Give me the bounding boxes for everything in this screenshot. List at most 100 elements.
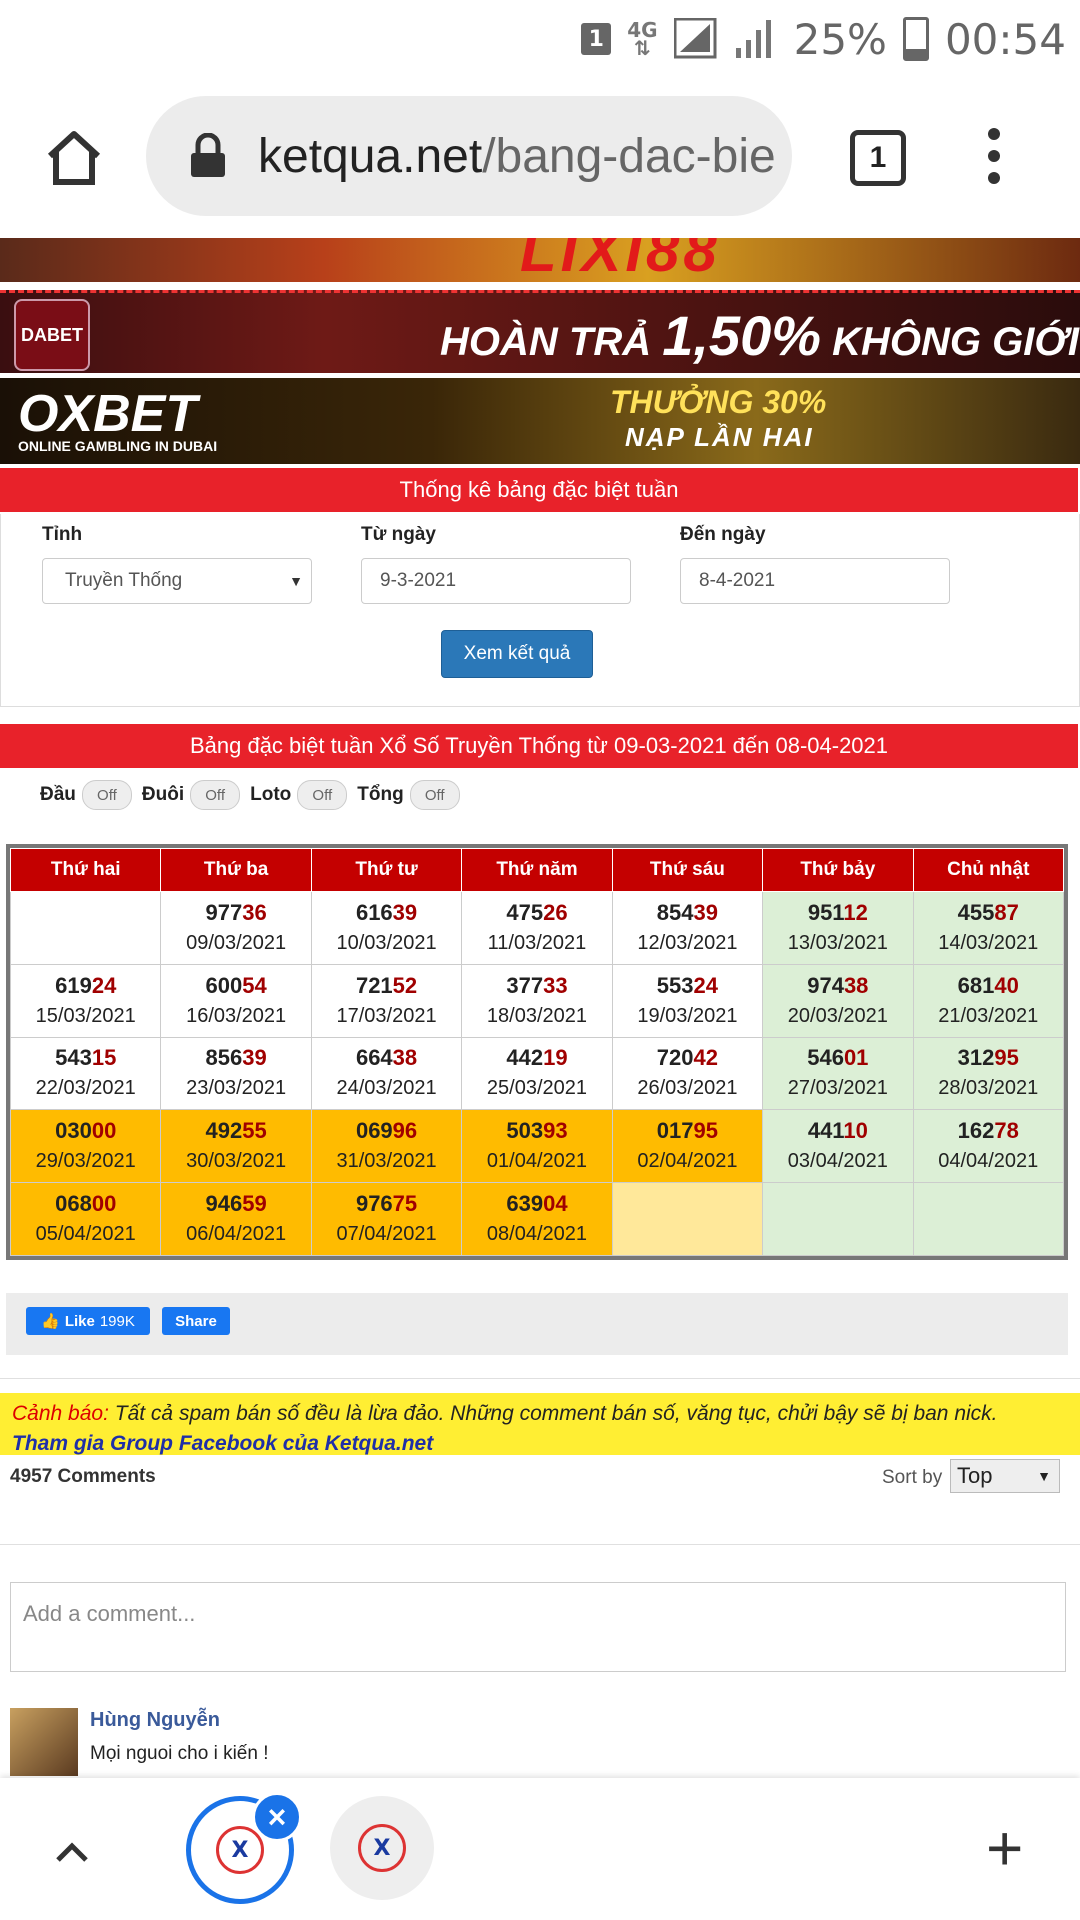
result-date: 02/04/2021 [637, 1150, 738, 1173]
oxbet-logo: OXBET ONLINE GAMBLING IN DUBAI [18, 385, 218, 454]
province-label: Tỉnh [42, 524, 83, 545]
toggle-switch[interactable]: Off [409, 780, 460, 810]
result-cell: 61924 15/03/2021 [9, 963, 162, 1038]
avatar[interactable] [10, 1708, 78, 1776]
result-cell: 61639 10/03/2021 [310, 891, 463, 965]
result-date: 16/03/2021 [186, 1004, 287, 1027]
result-number: 44110 [807, 1118, 868, 1144]
sort-label: Sort by [882, 1467, 943, 1488]
column-header: Thứ tư [310, 848, 463, 892]
ad-banner-dabet[interactable]: DABET HOÀN TRẢ 1,50% KHÔNG GIỚI HẠN [0, 290, 1080, 373]
sort-select[interactable]: Top ▼ [950, 1459, 1060, 1493]
facebook-group-link[interactable]: Tham gia Group Facebook của Ketqua.net [12, 1432, 433, 1455]
result-cell: 03000 29/03/2021 [9, 1109, 162, 1184]
ketqua-favicon: X [358, 1824, 406, 1872]
ketqua-favicon: X [216, 1826, 264, 1874]
ad-banner-oxbet-headline: THƯỞNG 30% [610, 384, 827, 420]
toggle-switch[interactable]: Off [81, 780, 132, 810]
comment-author[interactable]: Hùng Nguyễn [90, 1709, 220, 1732]
result-cell: 44110 03/04/2021 [762, 1109, 914, 1184]
column-header: Chủ nhật [912, 848, 1065, 892]
result-cell: 49255 30/03/2021 [160, 1109, 312, 1184]
ad-banner-lixi-text: LIXI88 [520, 238, 721, 282]
divider [0, 1544, 1080, 1545]
dabet-logo: DABET [14, 299, 90, 371]
result-date: 04/04/2021 [938, 1150, 1039, 1173]
result-number: 85439 [656, 899, 718, 925]
result-number: 97736 [205, 899, 267, 925]
to-date-label: Đến ngày [680, 524, 766, 545]
result-date: 26/03/2021 [637, 1077, 738, 1100]
tab-thumbnail[interactable]: X [330, 1796, 434, 1900]
comment-input[interactable]: Add a comment... [10, 1582, 1066, 1672]
province-select[interactable]: Truyền Thống ▼ [42, 558, 312, 604]
facebook-like-button[interactable]: 👍 Like 199K [26, 1307, 150, 1335]
close-icon[interactable]: × [252, 1792, 302, 1842]
result-number: 60054 [205, 972, 267, 998]
result-date: 21/03/2021 [938, 1004, 1039, 1027]
chevron-up-icon[interactable] [52, 1832, 92, 1872]
table-row: 03000 29/03/2021 49255 30/03/2021 06996 31/03… [9, 1109, 1065, 1184]
result-date: 24/03/2021 [336, 1077, 437, 1100]
ad-banner-oxbet[interactable]: OXBET ONLINE GAMBLING IN DUBAI THƯỞNG 30%… [0, 378, 1080, 464]
result-date: 03/04/2021 [787, 1150, 888, 1173]
signal-icon [673, 18, 717, 59]
result-cell [9, 891, 162, 965]
result-date: 10/03/2021 [336, 931, 437, 954]
chevron-down-icon: ▼ [1037, 1468, 1051, 1484]
facebook-share-button[interactable]: Share [162, 1307, 230, 1335]
result-date: 13/03/2021 [787, 931, 888, 954]
result-date: 31/03/2021 [336, 1150, 437, 1173]
result-date: 18/03/2021 [486, 1004, 588, 1027]
lock-icon [191, 133, 225, 177]
address-bar[interactable]: ketqua.net/bang-dac-bie [146, 96, 792, 216]
browser-toolbar: ketqua.net/bang-dac-bie 1 [0, 78, 1080, 238]
result-cell: 31295 28/03/2021 [912, 1036, 1065, 1111]
result-cell: 44219 25/03/2021 [461, 1036, 613, 1111]
result-number: 68140 [957, 972, 1019, 998]
result-number: 01795 [656, 1118, 718, 1144]
result-number: 31295 [957, 1045, 1019, 1071]
result-number: 94659 [205, 1191, 267, 1217]
result-cell: 72152 17/03/2021 [310, 963, 463, 1038]
result-number: 16278 [957, 1118, 1019, 1144]
result-number: 50393 [506, 1118, 568, 1144]
result-number: 06996 [355, 1118, 418, 1144]
result-number: 95112 [807, 899, 868, 925]
toggle-switch[interactable]: Off [297, 780, 348, 810]
result-cell: 16278 04/04/2021 [912, 1109, 1065, 1184]
result-cell [611, 1182, 764, 1256]
view-results-button[interactable]: Xem kết quả [441, 630, 593, 678]
result-date: 29/03/2021 [35, 1150, 136, 1173]
spam-warning: Cảnh báo: Tất cả spam bán số đều là lừa … [0, 1393, 1080, 1455]
result-date: 27/03/2021 [787, 1077, 888, 1100]
result-number: 49255 [205, 1118, 267, 1144]
ad-banner-lixi[interactable]: LIXI88 [0, 238, 1080, 282]
result-date: 09/03/2021 [186, 931, 287, 954]
result-cell: 01795 02/04/2021 [611, 1109, 764, 1184]
overflow-menu-icon[interactable] [988, 128, 1000, 184]
to-date-input[interactable]: 8-4-2021 [680, 558, 950, 604]
toggle-label: Loto [250, 784, 292, 805]
filter-form [0, 514, 1080, 707]
result-date: 20/03/2021 [787, 1004, 888, 1027]
result-cell: 54601 27/03/2021 [762, 1036, 914, 1111]
result-cell: 97675 07/04/2021 [310, 1182, 463, 1256]
signal-strength-icon [735, 20, 771, 58]
result-number: 37733 [506, 972, 568, 998]
result-cell: 06996 31/03/2021 [310, 1109, 463, 1184]
result-date: 28/03/2021 [938, 1077, 1039, 1100]
from-date-input[interactable]: 9-3-2021 [361, 558, 631, 604]
toggle-switch[interactable]: Off [190, 780, 241, 810]
result-date: 11/03/2021 [487, 931, 587, 954]
toggle-label: Đuôi [141, 784, 185, 805]
column-header: Thứ hai [9, 848, 162, 892]
result-number: 72042 [656, 1045, 718, 1071]
comment-text: Mọi nguoi cho i kiến ! [90, 1743, 269, 1764]
new-tab-icon[interactable]: + [986, 1816, 1023, 1880]
battery-icon [902, 17, 929, 61]
home-icon[interactable] [42, 126, 106, 190]
table-row: 61924 15/03/2021 60054 16/03/2021 72152 17/03… [9, 963, 1065, 1038]
tab-switcher-button[interactable]: 1 [850, 130, 906, 186]
from-date-label: Từ ngày [361, 524, 436, 545]
